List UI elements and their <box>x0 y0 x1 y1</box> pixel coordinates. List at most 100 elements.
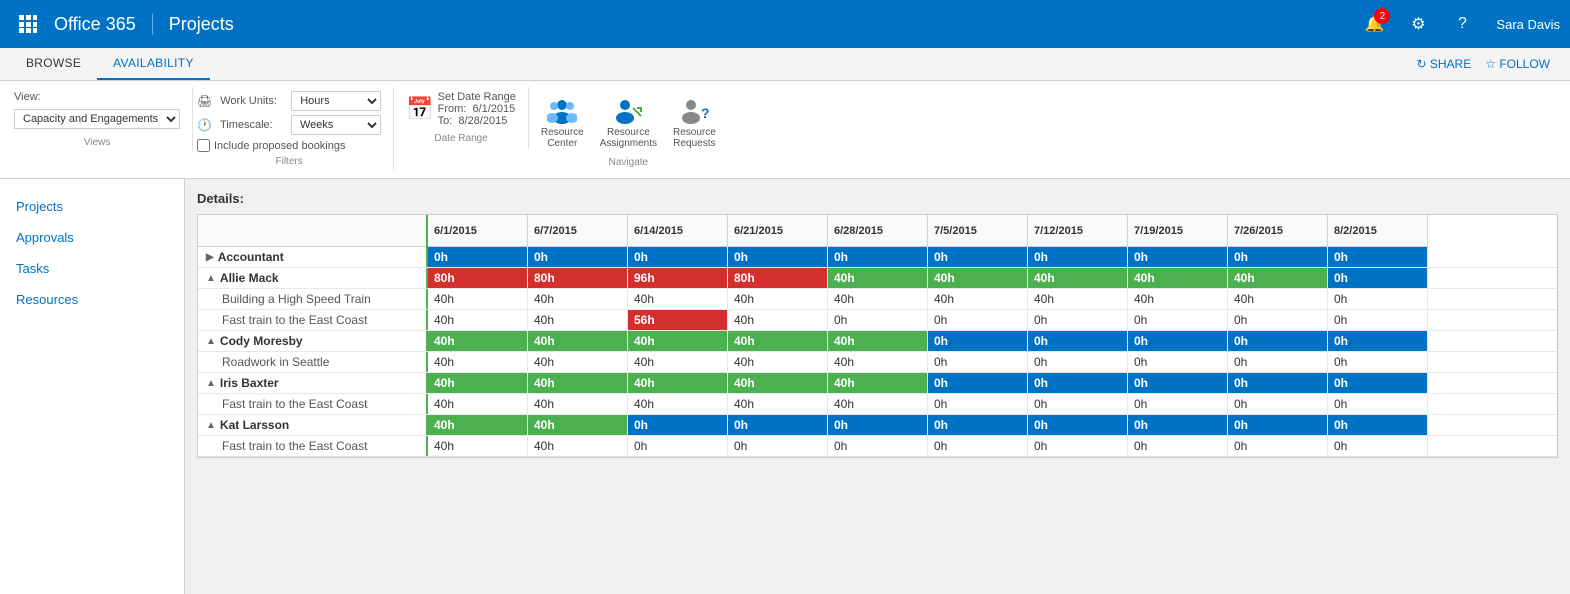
ribbon-body: View: Capacity and Engagements Views 🖨 W… <box>0 81 1570 178</box>
resource-center-icon <box>546 95 578 127</box>
row-name: Accountant <box>218 250 284 264</box>
include-proposed-row: Include proposed bookings <box>197 139 381 152</box>
grid-cell: 0h <box>1328 331 1428 351</box>
nav-icons-group: 🔔 2 ⚙ ? Sara Davis <box>1356 6 1560 42</box>
grid-col-header: 7/19/2015 <box>1128 215 1228 247</box>
tab-browse[interactable]: BROWSE <box>10 48 97 80</box>
expand-icon: ▶ <box>206 252 214 263</box>
data-row: 40h40h40h40h40h0h0h0h0h0h <box>428 394 1557 415</box>
filters-group-label: Filters <box>276 156 303 167</box>
grid-header-row: 6/1/20156/7/20156/14/20156/21/20156/28/2… <box>428 215 1557 247</box>
resource-center-label: ResourceCenter <box>541 127 584 149</box>
date-range-group: 📅 Set Date Range From: 6/1/2015 To: 8/28… <box>394 87 529 148</box>
timescale-select[interactable]: Weeks <box>291 115 381 135</box>
grid-cell: 0h <box>928 415 1028 435</box>
work-units-label: Work Units: <box>220 95 285 107</box>
resource-row[interactable]: ▲Iris Baxter <box>198 373 428 394</box>
settings-button[interactable]: ⚙ <box>1400 6 1436 42</box>
resource-row[interactable]: ▶ Accountant <box>198 247 428 268</box>
task-row[interactable]: Fast train to the East Coast <box>198 436 428 457</box>
grid-cell: 0h <box>1028 373 1128 393</box>
waffle-menu-button[interactable] <box>10 6 46 42</box>
follow-button[interactable]: ☆ FOLLOW <box>1485 57 1550 71</box>
grid-cell: 40h <box>528 289 628 309</box>
share-button[interactable]: ↻ SHARE <box>1416 57 1471 71</box>
view-select[interactable]: Capacity and Engagements <box>14 109 180 129</box>
top-navigation: Office 365 Projects 🔔 2 ⚙ ? Sara Davis <box>0 0 1570 48</box>
grid-cell: 0h <box>1228 436 1328 456</box>
resource-assignments-button[interactable]: ResourceAssignments <box>596 91 661 153</box>
sidebar-item-projects[interactable]: Projects <box>0 191 184 222</box>
grid-cell: 40h <box>528 436 628 456</box>
grid-cell: 40h <box>428 352 528 372</box>
grid-left-header <box>198 215 426 247</box>
grid-cell: 40h <box>1028 268 1128 288</box>
grid-col-header: 8/2/2015 <box>1328 215 1428 247</box>
grid-cell: 0h <box>1028 394 1128 414</box>
grid-cell: 0h <box>1328 289 1428 309</box>
sidebar: Projects Approvals Tasks Resources <box>0 179 185 594</box>
task-row[interactable]: Fast train to the East Coast <box>198 394 428 415</box>
notification-button[interactable]: 🔔 2 <box>1356 6 1392 42</box>
sidebar-item-approvals[interactable]: Approvals <box>0 222 184 253</box>
grid-cell: 40h <box>428 415 528 435</box>
help-button[interactable]: ? <box>1444 6 1480 42</box>
set-date-range-button[interactable]: 📅 Set Date Range From: 6/1/2015 To: 8/28… <box>406 91 516 127</box>
grid-cell: 40h <box>428 310 528 330</box>
task-row[interactable]: Roadwork in Seattle <box>198 352 428 373</box>
view-label: View: <box>14 91 180 103</box>
from-label: From: <box>438 103 467 115</box>
data-row: 40h40h56h40h0h0h0h0h0h0h <box>428 310 1557 331</box>
app-name: Office 365 <box>54 14 153 35</box>
row-name: Kat Larsson <box>220 418 289 432</box>
data-row: 80h80h96h80h40h40h40h40h40h0h <box>428 268 1557 289</box>
resource-assignments-label: ResourceAssignments <box>600 127 657 149</box>
grid-cell: 40h <box>828 268 928 288</box>
grid-col-header: 6/7/2015 <box>528 215 628 247</box>
grid-cell: 0h <box>1228 394 1328 414</box>
grid-col-header: 7/12/2015 <box>1028 215 1128 247</box>
task-row[interactable]: Fast train to the East Coast <box>198 310 428 331</box>
grid-cell: 0h <box>1028 436 1128 456</box>
sidebar-item-tasks[interactable]: Tasks <box>0 253 184 284</box>
grid-cell: 40h <box>1228 289 1328 309</box>
resource-row[interactable]: ▲Cody Moresby <box>198 331 428 352</box>
grid-cell: 0h <box>728 247 828 267</box>
grid-cell: 0h <box>928 373 1028 393</box>
date-range-group-label: Date Range <box>434 133 487 144</box>
resource-requests-icon: ? <box>678 95 710 127</box>
grid-cell: 0h <box>1128 415 1228 435</box>
grid-cell: 0h <box>1328 310 1428 330</box>
svg-text:?: ? <box>701 105 709 121</box>
grid-cell: 40h <box>728 310 828 330</box>
grid-col-header: 6/28/2015 <box>828 215 928 247</box>
grid-col-header: 7/5/2015 <box>928 215 1028 247</box>
star-icon: ☆ <box>1485 57 1496 71</box>
include-proposed-checkbox[interactable] <box>197 139 210 152</box>
grid-cell: 40h <box>628 331 728 351</box>
tab-availability[interactable]: AVAILABILITY <box>97 48 210 80</box>
grid-cell: 0h <box>428 247 528 267</box>
grid-right-panel: 6/1/20156/7/20156/14/20156/21/20156/28/2… <box>428 215 1557 457</box>
resource-row[interactable]: ▲Allie Mack <box>198 268 428 289</box>
user-name[interactable]: Sara Davis <box>1496 17 1560 32</box>
grid-cell: 0h <box>928 436 1028 456</box>
grid-cell: 40h <box>428 373 528 393</box>
work-units-select[interactable]: Hours <box>291 91 381 111</box>
grid-cell: 40h <box>428 436 528 456</box>
calendar-icon: 📅 <box>406 96 433 122</box>
grid-cell: 40h <box>1128 289 1228 309</box>
details-label: Details: <box>197 191 1558 206</box>
grid-cell: 0h <box>828 436 928 456</box>
task-row[interactable]: Building a High Speed Train <box>198 289 428 310</box>
gear-icon: ⚙ <box>1411 14 1425 34</box>
grid-cell: 40h <box>828 394 928 414</box>
grid-cell: 40h <box>828 352 928 372</box>
resource-row[interactable]: ▲Kat Larsson <box>198 415 428 436</box>
resource-center-button[interactable]: ResourceCenter <box>537 91 588 153</box>
resource-requests-button[interactable]: ? ResourceRequests <box>669 91 720 153</box>
sidebar-item-resources[interactable]: Resources <box>0 284 184 315</box>
grid-cell: 40h <box>428 289 528 309</box>
views-group-label: Views <box>84 137 111 148</box>
grid-cell: 0h <box>1328 415 1428 435</box>
